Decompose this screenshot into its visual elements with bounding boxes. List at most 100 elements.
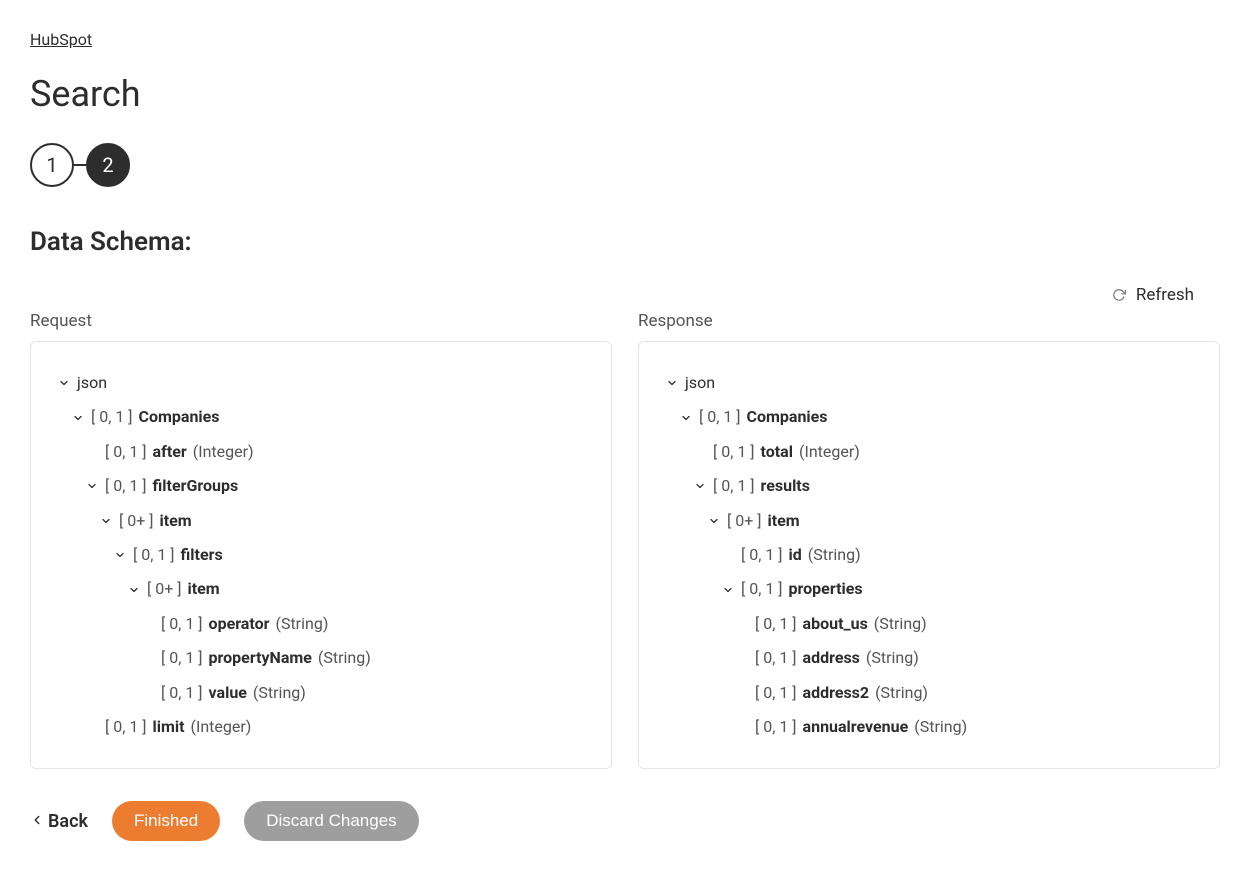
chevron-down-icon[interactable]	[693, 479, 707, 493]
cardinality-label: [ 0, 1 ]	[755, 678, 797, 708]
node-type: (String)	[318, 643, 371, 673]
node-name: id	[789, 540, 802, 570]
tree-row[interactable]: [ 0, 1 ] properties	[665, 574, 1193, 604]
cardinality-label: [ 0, 1 ]	[161, 678, 203, 708]
tree-row: [ 0, 1 ] id (String)	[665, 540, 1193, 570]
cardinality-label: [ 0, 1 ]	[741, 540, 783, 570]
node-name: json	[685, 368, 715, 398]
tree-row: [ 0, 1 ] value (String)	[57, 678, 585, 708]
cardinality-label: [ 0, 1 ]	[91, 402, 133, 432]
tree-row: [ 0, 1 ] address (String)	[665, 643, 1193, 673]
section-title: Data Schema:	[30, 227, 1220, 257]
node-name: Companies	[747, 402, 828, 432]
cardinality-label: [ 0, 1 ]	[105, 471, 147, 501]
node-type: (String)	[874, 609, 927, 639]
chevron-down-icon[interactable]	[127, 583, 141, 597]
tree-row[interactable]: [ 0+ ] item	[57, 574, 585, 604]
node-type: (String)	[808, 540, 861, 570]
node-name: annualrevenue	[803, 712, 909, 742]
node-name: results	[761, 471, 810, 501]
back-label: Back	[48, 811, 88, 832]
response-schema-card: json[ 0, 1 ] Companies[ 0, 1 ] total (In…	[638, 341, 1220, 769]
node-name: filters	[181, 540, 223, 570]
stepper: 1 2	[30, 143, 1220, 187]
node-name: operator	[209, 609, 270, 639]
tree-row[interactable]: [ 0, 1 ] filters	[57, 540, 585, 570]
chevron-down-icon[interactable]	[57, 376, 71, 390]
cardinality-label: [ 0, 1 ]	[713, 471, 755, 501]
tree-row: [ 0, 1 ] total (Integer)	[665, 437, 1193, 467]
tree-row[interactable]: [ 0+ ] item	[665, 506, 1193, 536]
tree-row[interactable]: [ 0, 1 ] Companies	[665, 402, 1193, 432]
cardinality-label: [ 0, 1 ]	[755, 712, 797, 742]
cardinality-label: [ 0, 1 ]	[755, 643, 797, 673]
breadcrumb-root-link[interactable]: HubSpot	[30, 30, 92, 49]
tree-row[interactable]: [ 0, 1 ] results	[665, 471, 1193, 501]
node-name: about_us	[803, 609, 868, 639]
node-type: (String)	[253, 678, 306, 708]
node-name: filterGroups	[153, 471, 239, 501]
back-button[interactable]: Back	[30, 811, 88, 832]
tree-row[interactable]: [ 0, 1 ] filterGroups	[57, 471, 585, 501]
cardinality-label: [ 0, 1 ]	[699, 402, 741, 432]
node-name: item	[768, 506, 800, 536]
node-name: Companies	[139, 402, 220, 432]
request-schema-card: json[ 0, 1 ] Companies[ 0, 1 ] after (In…	[30, 341, 612, 769]
cardinality-label: [ 0, 1 ]	[161, 643, 203, 673]
node-type: (Integer)	[191, 712, 252, 742]
node-type: (Integer)	[193, 437, 254, 467]
node-type: (Integer)	[799, 437, 860, 467]
node-name: value	[209, 678, 247, 708]
chevron-down-icon[interactable]	[679, 411, 693, 425]
cardinality-label: [ 0+ ]	[727, 506, 762, 536]
page-title: Search	[30, 73, 1220, 115]
cardinality-label: [ 0, 1 ]	[105, 437, 147, 467]
request-title: Request	[30, 311, 612, 331]
response-title: Response	[638, 311, 1220, 331]
finished-button[interactable]: Finished	[112, 801, 220, 841]
node-name: item	[160, 506, 192, 536]
chevron-down-icon[interactable]	[99, 514, 113, 528]
tree-row: [ 0, 1 ] about_us (String)	[665, 609, 1193, 639]
tree-row[interactable]: [ 0, 1 ] Companies	[57, 402, 585, 432]
cardinality-label: [ 0, 1 ]	[105, 712, 147, 742]
node-name: after	[153, 437, 187, 467]
chevron-down-icon[interactable]	[721, 583, 735, 597]
step-connector	[74, 164, 86, 166]
cardinality-label: [ 0, 1 ]	[741, 574, 783, 604]
chevron-down-icon[interactable]	[665, 376, 679, 390]
tree-row[interactable]: json	[57, 368, 585, 398]
chevron-left-icon	[30, 811, 44, 832]
chevron-down-icon[interactable]	[71, 411, 85, 425]
refresh-label: Refresh	[1136, 285, 1194, 305]
cardinality-label: [ 0+ ]	[119, 506, 154, 536]
node-name: address2	[803, 678, 870, 708]
chevron-down-icon[interactable]	[707, 514, 721, 528]
node-name: propertyName	[209, 643, 312, 673]
tree-row: [ 0, 1 ] after (Integer)	[57, 437, 585, 467]
node-name: limit	[153, 712, 185, 742]
chevron-down-icon[interactable]	[85, 479, 99, 493]
cardinality-label: [ 0, 1 ]	[755, 609, 797, 639]
node-type: (String)	[866, 643, 919, 673]
cardinality-label: [ 0, 1 ]	[133, 540, 175, 570]
tree-row[interactable]: [ 0+ ] item	[57, 506, 585, 536]
discard-button[interactable]: Discard Changes	[244, 801, 418, 841]
node-type: (String)	[275, 609, 328, 639]
tree-row: [ 0, 1 ] operator (String)	[57, 609, 585, 639]
tree-row[interactable]: json	[665, 368, 1193, 398]
tree-row: [ 0, 1 ] address2 (String)	[665, 678, 1193, 708]
cardinality-label: [ 0, 1 ]	[161, 609, 203, 639]
step-2[interactable]: 2	[86, 143, 130, 187]
node-type: (String)	[914, 712, 967, 742]
tree-row: [ 0, 1 ] propertyName (String)	[57, 643, 585, 673]
node-name: total	[761, 437, 793, 467]
tree-row: [ 0, 1 ] annualrevenue (String)	[665, 712, 1193, 742]
step-1[interactable]: 1	[30, 143, 74, 187]
node-name: json	[77, 368, 107, 398]
refresh-button[interactable]: Refresh	[1112, 285, 1194, 305]
chevron-down-icon[interactable]	[113, 548, 127, 562]
cardinality-label: [ 0, 1 ]	[713, 437, 755, 467]
cardinality-label: [ 0+ ]	[147, 574, 182, 604]
node-name: properties	[789, 574, 863, 604]
